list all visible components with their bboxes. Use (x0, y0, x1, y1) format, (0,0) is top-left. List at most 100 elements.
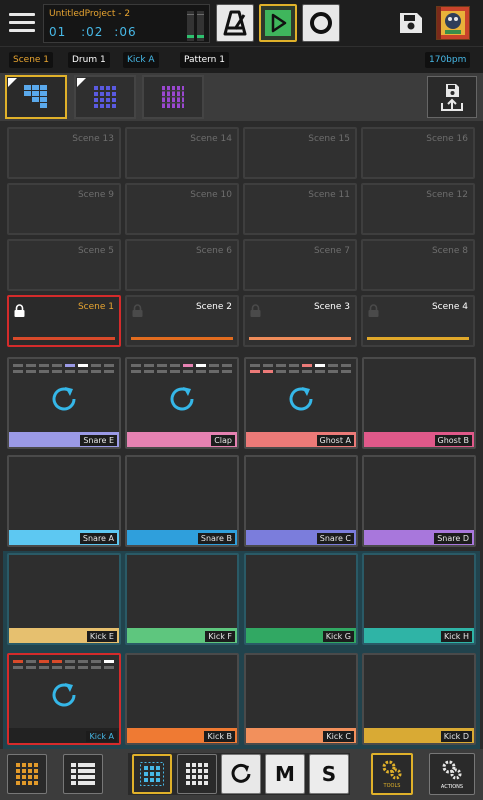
pad-name: Snare D (434, 533, 472, 544)
scene-slot[interactable]: Scene 9 (7, 183, 121, 235)
scene-label: Scene 5 (77, 246, 114, 256)
scene-slot[interactable]: Scene 7 (243, 239, 357, 291)
save-icon[interactable] (398, 11, 424, 35)
scene-slot[interactable]: Scene 10 (125, 183, 239, 235)
scene-slot[interactable]: Scene 2 (125, 295, 239, 347)
scene-slot[interactable]: Scene 14 (125, 127, 239, 179)
white-grid-icon (186, 763, 208, 785)
pad-name: Kick C (323, 731, 354, 742)
kit-tag[interactable]: Kick A (123, 52, 159, 68)
play-button[interactable] (259, 4, 297, 42)
drum-pad[interactable]: Snare E (7, 357, 121, 449)
hamburger-menu-icon[interactable] (6, 9, 38, 37)
drum-pad[interactable]: Snare B (125, 455, 239, 547)
gear-icon (382, 760, 402, 780)
tools-button[interactable]: TOOLS (371, 753, 413, 795)
pad-color-strip: Kick G (246, 628, 356, 643)
pad-mode-button[interactable] (74, 75, 136, 119)
lock-icon[interactable] (14, 302, 25, 317)
pad-color-strip: Kick C (246, 728, 356, 743)
transport-time: 01 :02 :06 (49, 25, 137, 39)
scene-slot[interactable]: Scene 12 (361, 183, 475, 235)
drum-pad[interactable]: Kick F (125, 553, 239, 645)
sequencer-grid-icon (162, 86, 184, 108)
scene-slot[interactable]: Scene 6 (125, 239, 239, 291)
pattern-tag[interactable]: Pattern 1 (180, 52, 229, 68)
full-grid-button[interactable] (177, 754, 217, 794)
drum-tag[interactable]: Drum 1 (68, 52, 110, 68)
drum-pad[interactable]: Kick H (362, 553, 476, 645)
actions-label: ACTIONS (440, 784, 464, 790)
list-view-button[interactable] (63, 754, 103, 794)
loop-playing-icon (50, 385, 78, 413)
drum-pad[interactable]: Kick G (244, 553, 358, 645)
scene-label: Scene 11 (308, 190, 350, 200)
step-indicator (250, 364, 354, 376)
pad-name: Kick H (440, 631, 472, 642)
bpm-tag[interactable]: 170bpm (425, 52, 471, 68)
project-avatar[interactable] (436, 6, 470, 40)
scene-label: Scene 16 (426, 134, 468, 144)
mute-button[interactable]: M (265, 754, 305, 794)
loop-playing-icon (168, 385, 196, 413)
step-indicator (13, 364, 117, 376)
play-icon (271, 13, 287, 33)
project-info-panel[interactable]: UntitledProject - 2 01 :02 :06 (43, 4, 210, 43)
record-icon (310, 12, 332, 34)
pad-tools-group: M S (128, 753, 350, 795)
pad-color-strip: Kick A (9, 728, 119, 743)
scene-label: Scene 2 (195, 302, 232, 312)
drum-pad[interactable]: Snare C (244, 455, 358, 547)
loop-button[interactable] (221, 754, 261, 794)
pad-name: Kick E (86, 631, 117, 642)
scene-slot[interactable]: Scene 15 (243, 127, 357, 179)
drum-pad[interactable]: Snare D (362, 455, 476, 547)
scene-slot[interactable]: Scene 8 (361, 239, 475, 291)
pad-name: Snare B (197, 533, 235, 544)
pad-name: Kick G (322, 631, 354, 642)
scene-slot[interactable]: Scene 13 (7, 127, 121, 179)
loop-playing-icon (50, 681, 78, 709)
pad-color-strip: Clap (127, 432, 237, 447)
solo-button[interactable]: S (309, 754, 349, 794)
drum-pad[interactable]: Kick E (7, 553, 121, 645)
scene-label: Scene 3 (313, 302, 350, 312)
list-icon (71, 763, 95, 785)
scene-label: Scene 1 (77, 302, 114, 312)
pad-name: Snare E (80, 435, 117, 446)
drum-pad[interactable]: Clap (125, 357, 239, 449)
scene-slot[interactable]: Scene 11 (243, 183, 357, 235)
actions-button[interactable]: ACTIONS (429, 753, 475, 795)
actions-gear-icon (442, 760, 462, 780)
scene-slot[interactable]: Scene 1 (7, 295, 121, 347)
drum-pad[interactable]: Kick D (362, 653, 476, 745)
drum-pad[interactable]: Snare A (7, 455, 121, 547)
save-export-button[interactable] (427, 76, 477, 118)
metronome-button[interactable] (216, 4, 254, 42)
scene-color-bar (131, 337, 233, 340)
scene-slot[interactable]: Scene 4 (361, 295, 475, 347)
scene-slot[interactable]: Scene 3 (243, 295, 357, 347)
record-button[interactable] (302, 4, 340, 42)
sequencer-mode-button[interactable] (142, 75, 204, 119)
pad-name: Snare C (316, 533, 354, 544)
orange-grid-icon (16, 763, 38, 785)
drum-pad[interactable]: Kick B (125, 653, 239, 745)
drum-pad[interactable]: Ghost A (244, 357, 358, 449)
drum-pad[interactable]: Kick C (244, 653, 358, 745)
scene-mode-button[interactable] (5, 75, 67, 119)
lock-icon[interactable] (368, 302, 379, 317)
time-seconds: 02 (86, 25, 104, 39)
scene-grid-icon (24, 85, 47, 108)
pad-color-strip: Snare D (364, 530, 474, 545)
pad-select-button[interactable] (132, 754, 172, 794)
scene-slot[interactable]: Scene 16 (361, 127, 475, 179)
scene-slot[interactable]: Scene 5 (7, 239, 121, 291)
scene-label: Scene 8 (431, 246, 468, 256)
drum-pad[interactable]: Ghost B (362, 357, 476, 449)
drum-pad[interactable]: Kick A (7, 653, 121, 745)
lock-icon[interactable] (250, 302, 261, 317)
grid-view-button[interactable] (7, 754, 47, 794)
scene-tag[interactable]: Scene 1 (9, 52, 54, 68)
lock-icon[interactable] (132, 302, 143, 317)
